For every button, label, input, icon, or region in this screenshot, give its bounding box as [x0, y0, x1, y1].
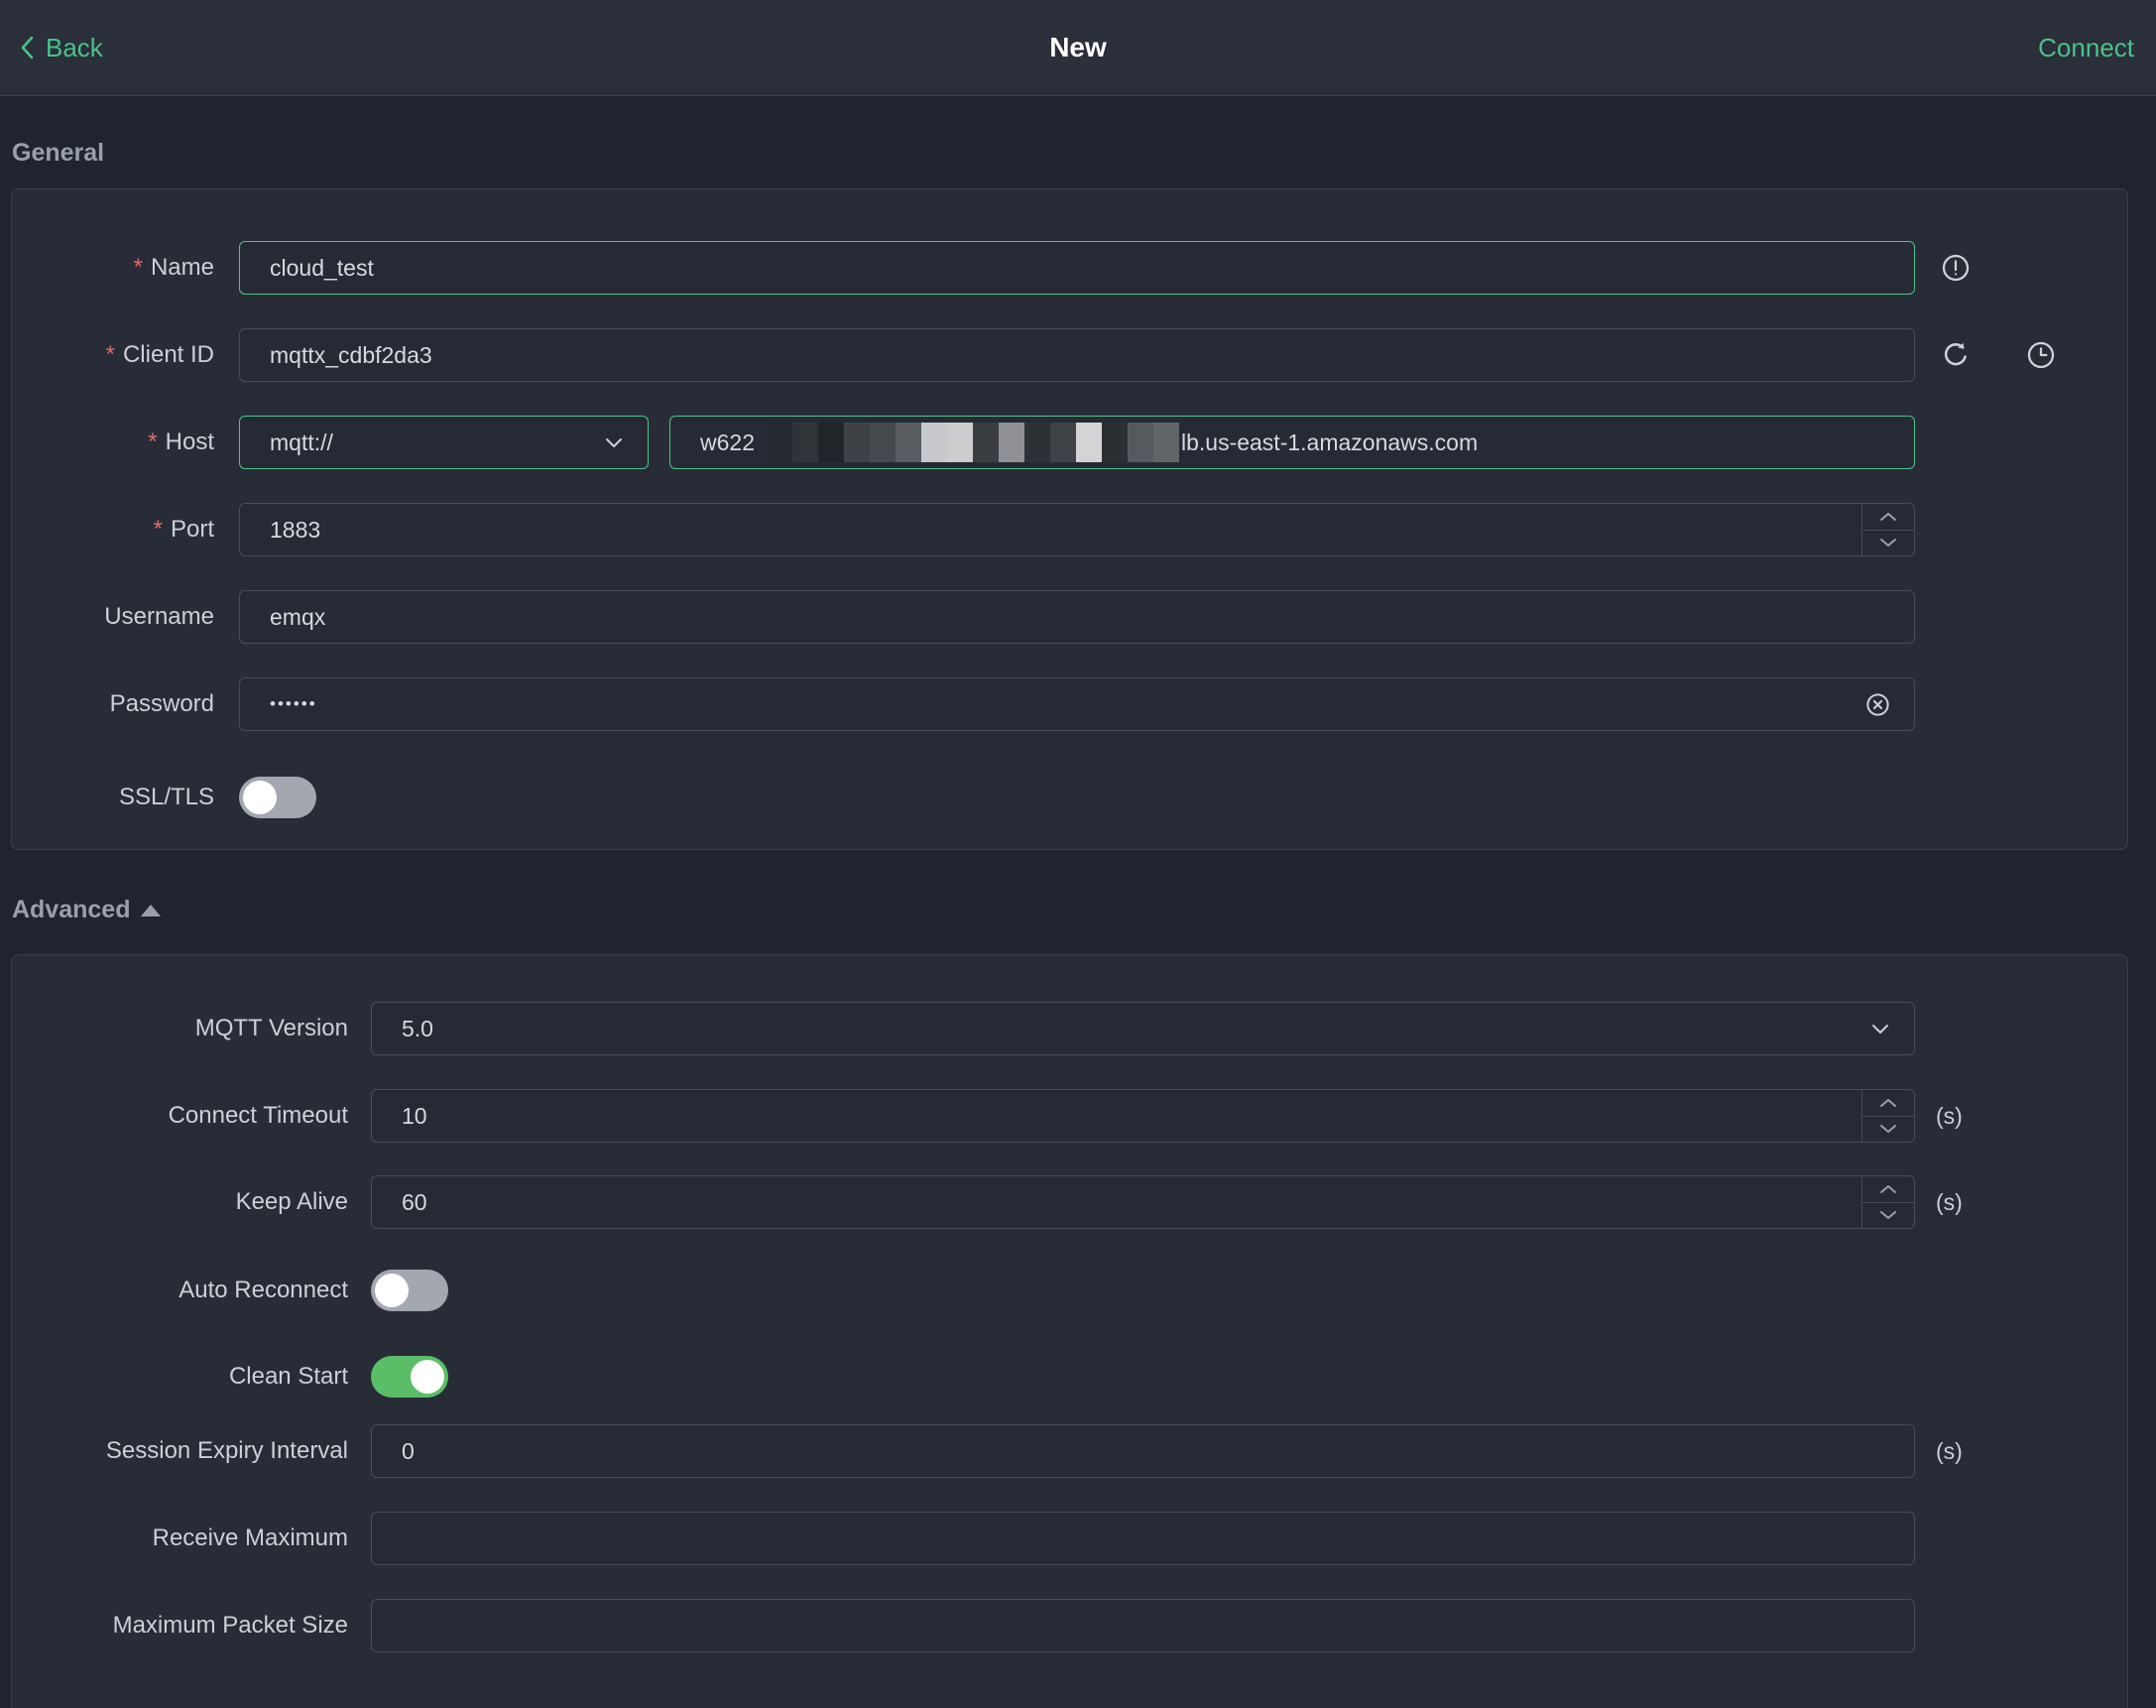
client-id-input[interactable] — [239, 328, 1915, 382]
back-button[interactable]: Back — [16, 0, 103, 95]
keep-alive-label: Keep Alive — [235, 1188, 348, 1215]
password-field-row: Password — [12, 677, 2127, 731]
circle-x-icon[interactable] — [1864, 677, 1891, 731]
host-protocol-value: mqtt:// — [270, 428, 333, 455]
receive-maximum-label: Receive Maximum — [152, 1525, 348, 1551]
connect-timeout-unit: (s) — [1936, 1102, 1963, 1129]
chevron-left-icon — [16, 34, 40, 61]
clean-start-label: Clean Start — [228, 1363, 348, 1390]
ssl-label: SSL/TLS — [118, 784, 214, 810]
password-input[interactable] — [239, 677, 1915, 731]
ssl-field-row: SSL/TLS — [12, 771, 2127, 824]
host-value-suffix: lb.us-east-1.amazonaws.com — [1180, 428, 1479, 455]
username-input[interactable] — [239, 590, 1915, 644]
general-section-title: General — [12, 139, 105, 167]
connect-timeout-label: Connect Timeout — [168, 1102, 348, 1129]
toggle-knob — [243, 781, 277, 814]
name-input[interactable] — [239, 241, 1915, 295]
username-field-row: Username — [12, 590, 2127, 644]
keep-alive-value: 60 — [402, 1188, 427, 1215]
session-expiry-input[interactable] — [371, 1424, 1915, 1478]
host-input[interactable]: w622 lb.us-east-1.amazonaws.com — [669, 416, 1915, 469]
mqtt-version-label: MQTT Version — [194, 1015, 348, 1041]
port-value: 1883 — [270, 516, 321, 543]
maximum-packet-size-label: Maximum Packet Size — [112, 1612, 348, 1639]
session-expiry-field-row: Session Expiry Interval (s) — [12, 1424, 2127, 1478]
clock-icon[interactable] — [2025, 328, 2057, 382]
keep-alive-stepper — [1861, 1176, 1914, 1228]
required-marker: * — [153, 516, 163, 543]
auto-reconnect-label: Auto Reconnect — [179, 1277, 348, 1303]
keep-alive-unit: (s) — [1936, 1188, 1963, 1215]
ssl-toggle[interactable] — [239, 777, 316, 818]
increment-button[interactable] — [1862, 1090, 1914, 1117]
mqtt-version-value: 5.0 — [402, 1015, 433, 1041]
connect-button[interactable]: Connect — [2038, 0, 2134, 95]
session-expiry-unit: (s) — [1936, 1437, 1963, 1464]
password-label: Password — [109, 690, 214, 717]
username-label: Username — [104, 603, 214, 630]
auto-reconnect-field-row: Auto Reconnect — [12, 1264, 2127, 1317]
decrement-button[interactable] — [1862, 531, 1914, 556]
clean-start-field-row: Clean Start — [12, 1350, 2127, 1403]
mqtt-version-select[interactable]: 5.0 — [371, 1002, 1915, 1055]
page-title: New — [1049, 32, 1107, 62]
port-field-row: * Port 1883 — [12, 503, 2127, 556]
client-id-field-row: * Client ID — [12, 328, 2127, 382]
maximum-packet-size-field-row: Maximum Packet Size — [12, 1599, 2127, 1652]
connect-timeout-input[interactable]: 10 — [371, 1089, 1915, 1143]
toggle-knob — [411, 1360, 444, 1394]
chevron-down-icon — [602, 430, 626, 454]
clean-start-toggle[interactable] — [371, 1356, 448, 1398]
required-marker: * — [148, 428, 158, 455]
client-id-label: * Client ID — [105, 341, 214, 368]
host-field-row: * Host mqtt:// w622 lb.us-east-1.amazona… — [12, 416, 2127, 469]
maximum-packet-size-input[interactable] — [371, 1599, 1915, 1652]
port-label: * Port — [153, 516, 214, 543]
session-expiry-label: Session Expiry Interval — [105, 1437, 348, 1464]
required-marker: * — [105, 341, 115, 368]
keep-alive-field-row: Keep Alive 60 (s) — [12, 1175, 2127, 1229]
connect-timeout-field-row: Connect Timeout 10 (s) — [12, 1089, 2127, 1143]
receive-maximum-input[interactable] — [371, 1512, 1915, 1565]
exclamation-circle-icon — [1940, 241, 1972, 295]
keep-alive-input[interactable]: 60 — [371, 1175, 1915, 1229]
host-protocol-select[interactable]: mqtt:// — [239, 416, 649, 469]
connect-timeout-stepper — [1861, 1090, 1914, 1142]
name-label: * Name — [133, 254, 214, 281]
mqtt-version-field-row: MQTT Version 5.0 — [12, 1002, 2127, 1055]
auto-reconnect-toggle[interactable] — [371, 1270, 448, 1311]
host-redacted-area — [766, 423, 1179, 462]
connect-timeout-value: 10 — [402, 1102, 427, 1129]
host-value-prefix: w622 — [700, 428, 755, 455]
advanced-card: MQTT Version 5.0 Connect Timeout 10 (s) … — [11, 954, 2128, 1708]
chevron-down-icon — [1868, 1017, 1892, 1040]
port-stepper — [1861, 504, 1914, 555]
decrement-button[interactable] — [1862, 1203, 1914, 1229]
name-field-row: * Name — [12, 241, 2127, 295]
decrement-button[interactable] — [1862, 1117, 1914, 1143]
increment-button[interactable] — [1862, 504, 1914, 531]
increment-button[interactable] — [1862, 1176, 1914, 1203]
header-bar: Back New Connect — [0, 0, 2156, 96]
back-label: Back — [46, 32, 103, 62]
general-card: * Name * Client ID — [11, 188, 2128, 850]
refresh-icon[interactable] — [1940, 328, 1972, 382]
toggle-knob — [375, 1274, 409, 1307]
receive-maximum-field-row: Receive Maximum — [12, 1512, 2127, 1565]
port-input[interactable]: 1883 — [239, 503, 1915, 556]
required-marker: * — [133, 254, 143, 281]
host-label: * Host — [148, 428, 214, 455]
advanced-section-toggle[interactable]: Advanced — [12, 896, 162, 924]
triangle-up-icon — [140, 903, 162, 918]
